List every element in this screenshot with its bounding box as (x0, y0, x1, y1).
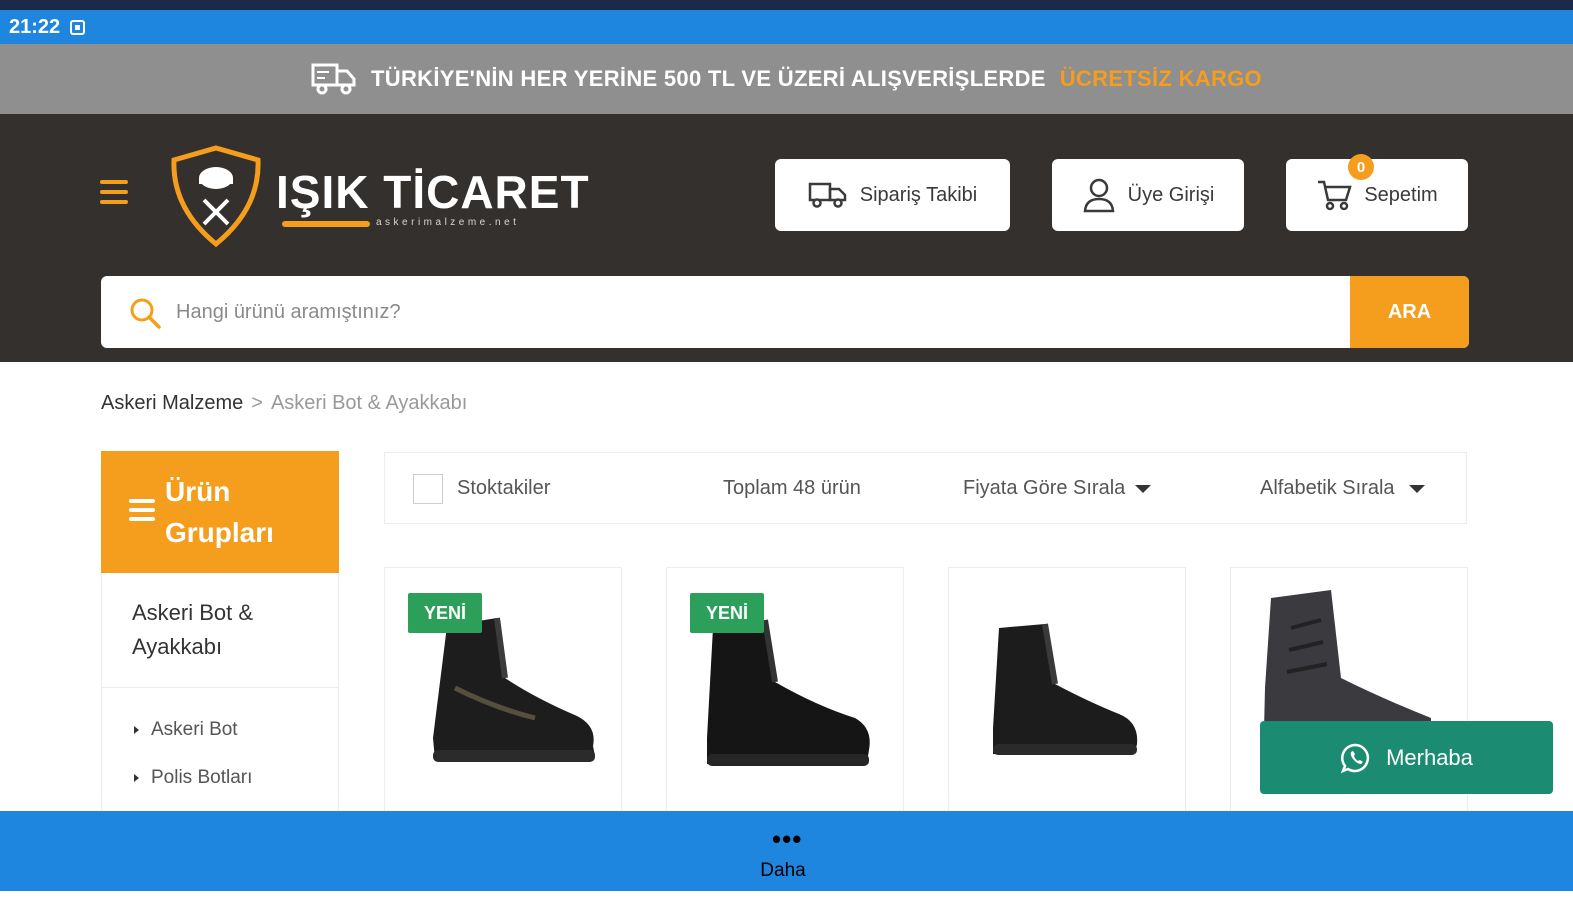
in-stock-checkbox[interactable] (413, 474, 443, 504)
login-button[interactable]: Üye Girişi (1052, 159, 1244, 231)
breadcrumb-root-link[interactable]: Askeri Malzeme (101, 392, 243, 415)
total-products-count: Toplam 48 ürün (723, 477, 861, 499)
top-edge-strip (0, 0, 1573, 10)
product-groups-header[interactable]: Ürün Grupları (101, 451, 339, 573)
breadcrumb: Askeri Malzeme > Askeri Bot & Ayakkabı (101, 392, 467, 415)
boot-image (993, 623, 1138, 755)
logo-underline (282, 221, 370, 227)
order-tracking-button[interactable]: Sipariş Takibi (775, 159, 1010, 231)
product-card[interactable] (948, 567, 1186, 827)
search-button[interactable]: ARA (1350, 276, 1469, 348)
list-menu-icon (129, 499, 155, 521)
order-tracking-label: Sipariş Takibi (859, 183, 978, 206)
sort-alpha-label: Alfabetik Sırala (1260, 477, 1395, 499)
breadcrumb-separator: > (251, 392, 263, 414)
cart-button[interactable]: Sepetim (1286, 159, 1468, 231)
cart-label: Sepetim (1364, 183, 1438, 206)
sidebar-item-askeri-bot[interactable]: Askeri Bot (134, 719, 238, 741)
more-button-label[interactable]: Daha (759, 860, 807, 882)
breadcrumb-current: Askeri Bot & Ayakkabı (270, 392, 468, 414)
whatsapp-label: Merhaba (1386, 744, 1473, 770)
logo-subtitle: askerimalzeme.net (376, 217, 520, 228)
search-input[interactable] (176, 288, 1336, 336)
whatsapp-chat-button[interactable]: Merhaba (1260, 721, 1553, 794)
sidebar-divider (101, 687, 339, 688)
new-badge: YENİ (690, 593, 764, 633)
more-dots-icon[interactable]: ••• (772, 826, 802, 852)
sort-price-label: Fiyata Göre Sırala (963, 477, 1126, 499)
sort-alphabetic-dropdown[interactable]: Alfabetik Sırala (1260, 477, 1425, 500)
new-badge: YENİ (408, 593, 482, 633)
search-icon (130, 298, 161, 329)
cart-icon (1318, 180, 1353, 211)
logo-title[interactable]: IŞIK TİCARET (276, 166, 590, 218)
cart-count-badge: 0 (1348, 154, 1374, 180)
logo-shield-icon[interactable] (168, 144, 264, 248)
caret-right-icon (134, 774, 139, 782)
login-label: Üye Girişi (1127, 183, 1215, 206)
truck-icon (808, 182, 847, 208)
caret-down-icon (1408, 484, 1425, 493)
bottom-edge (0, 891, 1573, 900)
promo-text: TÜRKİYE'NİN HER YERİNE 500 TL VE ÜZERİ A… (371, 66, 1046, 91)
free-shipping-banner: TÜRKİYE'NİN HER YERİNE 500 TL VE ÜZERİ A… (0, 44, 1573, 114)
sidebar-category-link[interactable]: Askeri Bot & Ayakkabı (132, 596, 322, 664)
sidebar-item-label: Polis Botları (151, 767, 253, 788)
user-icon (1083, 178, 1115, 213)
status-bar: 21:22 (0, 10, 1573, 44)
product-groups-title: Ürün Grupları (165, 476, 274, 548)
promo-highlight: ÜCRETSİZ KARGO (1059, 66, 1262, 91)
caret-right-icon (134, 726, 139, 734)
in-stock-label[interactable]: Stoktakiler (457, 477, 550, 500)
truck-icon (311, 63, 356, 95)
caret-down-icon (1135, 484, 1152, 493)
status-time: 21:22 (9, 15, 61, 38)
sidebar-item-label: Askeri Bot (151, 719, 238, 740)
sidebar-item-polis-botlari[interactable]: Polis Botları (134, 767, 252, 789)
sort-by-price-dropdown[interactable]: Fiyata Göre Sırala (963, 477, 1152, 500)
hamburger-menu-icon[interactable] (100, 180, 128, 204)
whatsapp-icon (1340, 743, 1370, 773)
notification-icon (70, 19, 86, 35)
